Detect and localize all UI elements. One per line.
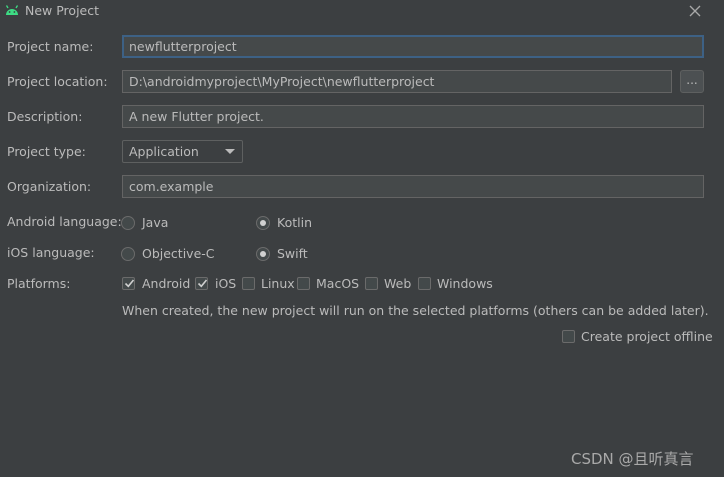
platforms-hint: When created, the new project will run o… [122, 303, 709, 318]
project-location-input[interactable]: D:\androidmyproject\MyProject\newflutter… [122, 70, 672, 93]
checkbox-create-offline[interactable] [562, 330, 575, 343]
watermark: CSDN @且听真言 [571, 450, 694, 468]
project-type-value: Application [129, 144, 199, 159]
title-bar: New Project [0, 0, 724, 22]
new-project-dialog: New Project Project name: newflutterproj… [0, 0, 724, 477]
checkbox-ios[interactable] [195, 277, 208, 290]
radio-java-label: Java [142, 215, 169, 230]
checkbox-web-label: Web [384, 276, 412, 291]
radio-selected-dot [260, 251, 266, 257]
project-location-label: Project location: [7, 74, 108, 89]
checkmark-icon [124, 279, 135, 288]
checkbox-web[interactable] [365, 277, 378, 290]
description-input[interactable]: A new Flutter project. [122, 105, 704, 128]
organization-input[interactable]: com.example [122, 175, 704, 198]
close-icon[interactable] [686, 2, 704, 20]
window-title: New Project [25, 3, 100, 18]
checkbox-android[interactable] [122, 277, 135, 290]
project-type-select[interactable]: Application [122, 140, 243, 163]
checkbox-windows-label: Windows [437, 276, 493, 291]
android-language-label: Android language: [7, 214, 122, 229]
organization-label: Organization: [7, 179, 92, 194]
checkmark-icon [197, 279, 208, 288]
project-name-input[interactable]: newflutterproject [122, 35, 704, 58]
description-label: Description: [7, 109, 83, 124]
create-offline-label: Create project offline [581, 329, 713, 344]
radio-objective-c-label: Objective-C [142, 246, 215, 261]
platforms-label: Platforms: [7, 276, 71, 291]
browse-button[interactable]: ... [680, 70, 704, 93]
radio-kotlin[interactable] [256, 216, 270, 230]
radio-selected-dot [260, 220, 266, 226]
checkbox-ios-label: iOS [215, 276, 237, 291]
android-icon [4, 3, 20, 17]
project-name-label: Project name: [7, 39, 94, 54]
radio-swift-label: Swift [277, 246, 308, 261]
checkbox-android-label: Android [142, 276, 191, 291]
checkbox-macos[interactable] [297, 277, 310, 290]
checkbox-macos-label: MacOS [316, 276, 360, 291]
radio-objective-c[interactable] [121, 247, 135, 261]
checkbox-windows[interactable] [418, 277, 431, 290]
radio-kotlin-label: Kotlin [277, 215, 312, 230]
ios-language-label: iOS language: [7, 245, 95, 260]
project-type-label: Project type: [7, 144, 86, 159]
radio-swift[interactable] [256, 247, 270, 261]
chevron-down-icon [225, 149, 235, 154]
radio-java[interactable] [121, 216, 135, 230]
checkbox-linux[interactable] [242, 277, 255, 290]
checkbox-linux-label: Linux [261, 276, 295, 291]
